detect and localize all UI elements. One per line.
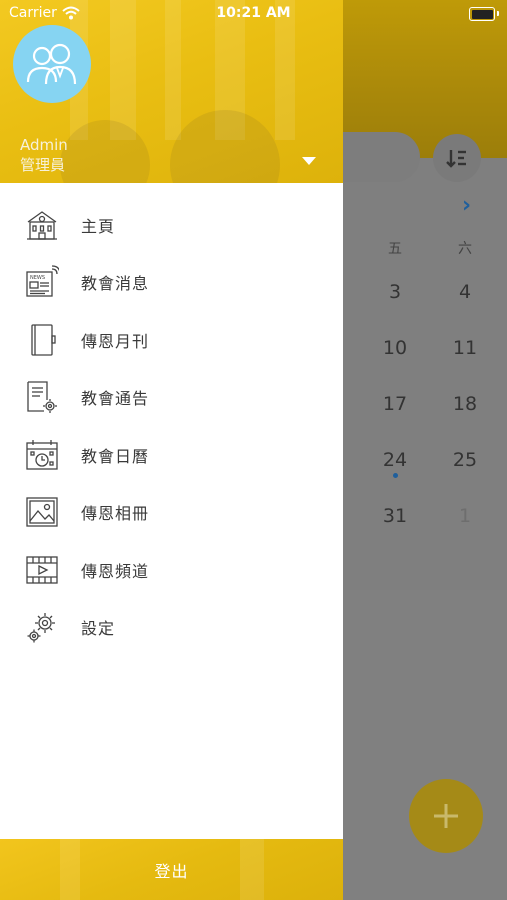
user-role: 管理員 [20,156,66,174]
calendar-day[interactable]: 11 [445,337,485,359]
battery-icon [469,7,499,21]
menu-item-label: 主頁 [81,216,116,236]
user-avatar[interactable] [13,25,91,103]
next-month-icon[interactable]: › [462,193,471,218]
menu-item-label: 設定 [81,619,116,639]
user-name: Admin [20,136,68,154]
photo-album-icon [24,494,60,530]
newspaper-icon: NEWS [24,264,60,300]
menu-item-church-notices[interactable]: 教會通告 [0,369,343,427]
weekday-header-sat: 六 [458,241,472,257]
navigation-drawer: Admin 管理員 主頁 NEWS 教會消息 傳恩月刊 教會通告 教會日曆 傳恩… [0,0,343,900]
calendar-day[interactable]: 24 [375,449,415,471]
calendar-day[interactable]: 10 [375,337,415,359]
drawer-menu: 主頁 NEWS 教會消息 傳恩月刊 教會通告 教會日曆 傳恩相冊 傳恩頻道 設定 [0,196,343,656]
menu-item-monthly-magazine[interactable]: 傳恩月刊 [0,311,343,369]
status-bar: Carrier 10:21 AM [0,0,507,28]
account-dropdown-icon[interactable] [302,157,316,165]
calendar-clock-icon [24,437,60,473]
calendar-day[interactable]: 3 [375,281,415,303]
menu-item-label: 傳恩相冊 [81,504,150,524]
calendar-day[interactable]: 31 [375,505,415,527]
calendar-day[interactable]: 25 [445,449,485,471]
sort-button[interactable] [433,134,481,182]
event-marker-dot [393,473,398,478]
church-building-icon [24,207,60,243]
notice-document-gear-icon [24,379,60,415]
settings-gear-icon [24,609,60,645]
weekday-header-fri: 五 [388,241,402,257]
menu-item-church-calendar[interactable]: 教會日曆 [0,426,343,484]
menu-item-label: 傳恩頻道 [81,561,150,581]
add-event-button[interactable] [409,779,483,853]
logout-button[interactable]: 登出 [0,839,343,900]
menu-item-label: 傳恩月刊 [81,331,150,351]
menu-item-church-news[interactable]: NEWS 教會消息 [0,254,343,312]
svg-text:NEWS: NEWS [30,275,45,281]
menu-item-video-channel[interactable]: 傳恩頻道 [0,541,343,599]
calendar-day[interactable]: 17 [375,393,415,415]
calendar-day[interactable]: 18 [445,393,485,415]
plus-icon [434,804,458,828]
menu-item-home[interactable]: 主頁 [0,196,343,254]
user-group-icon [26,43,77,85]
menu-item-label: 教會消息 [81,274,150,294]
logout-label: 登出 [154,861,189,881]
menu-item-label: 教會日曆 [81,446,150,466]
magazine-book-icon [24,322,60,358]
video-channel-icon [24,552,60,588]
calendar-day-next-month[interactable]: 1 [445,505,485,527]
menu-item-settings[interactable]: 設定 [0,599,343,657]
sort-icon [446,150,466,168]
calendar-day[interactable]: 4 [445,281,485,303]
menu-item-photo-album[interactable]: 傳恩相冊 [0,484,343,542]
status-time: 10:21 AM [216,5,291,21]
menu-item-label: 教會通告 [81,389,150,409]
